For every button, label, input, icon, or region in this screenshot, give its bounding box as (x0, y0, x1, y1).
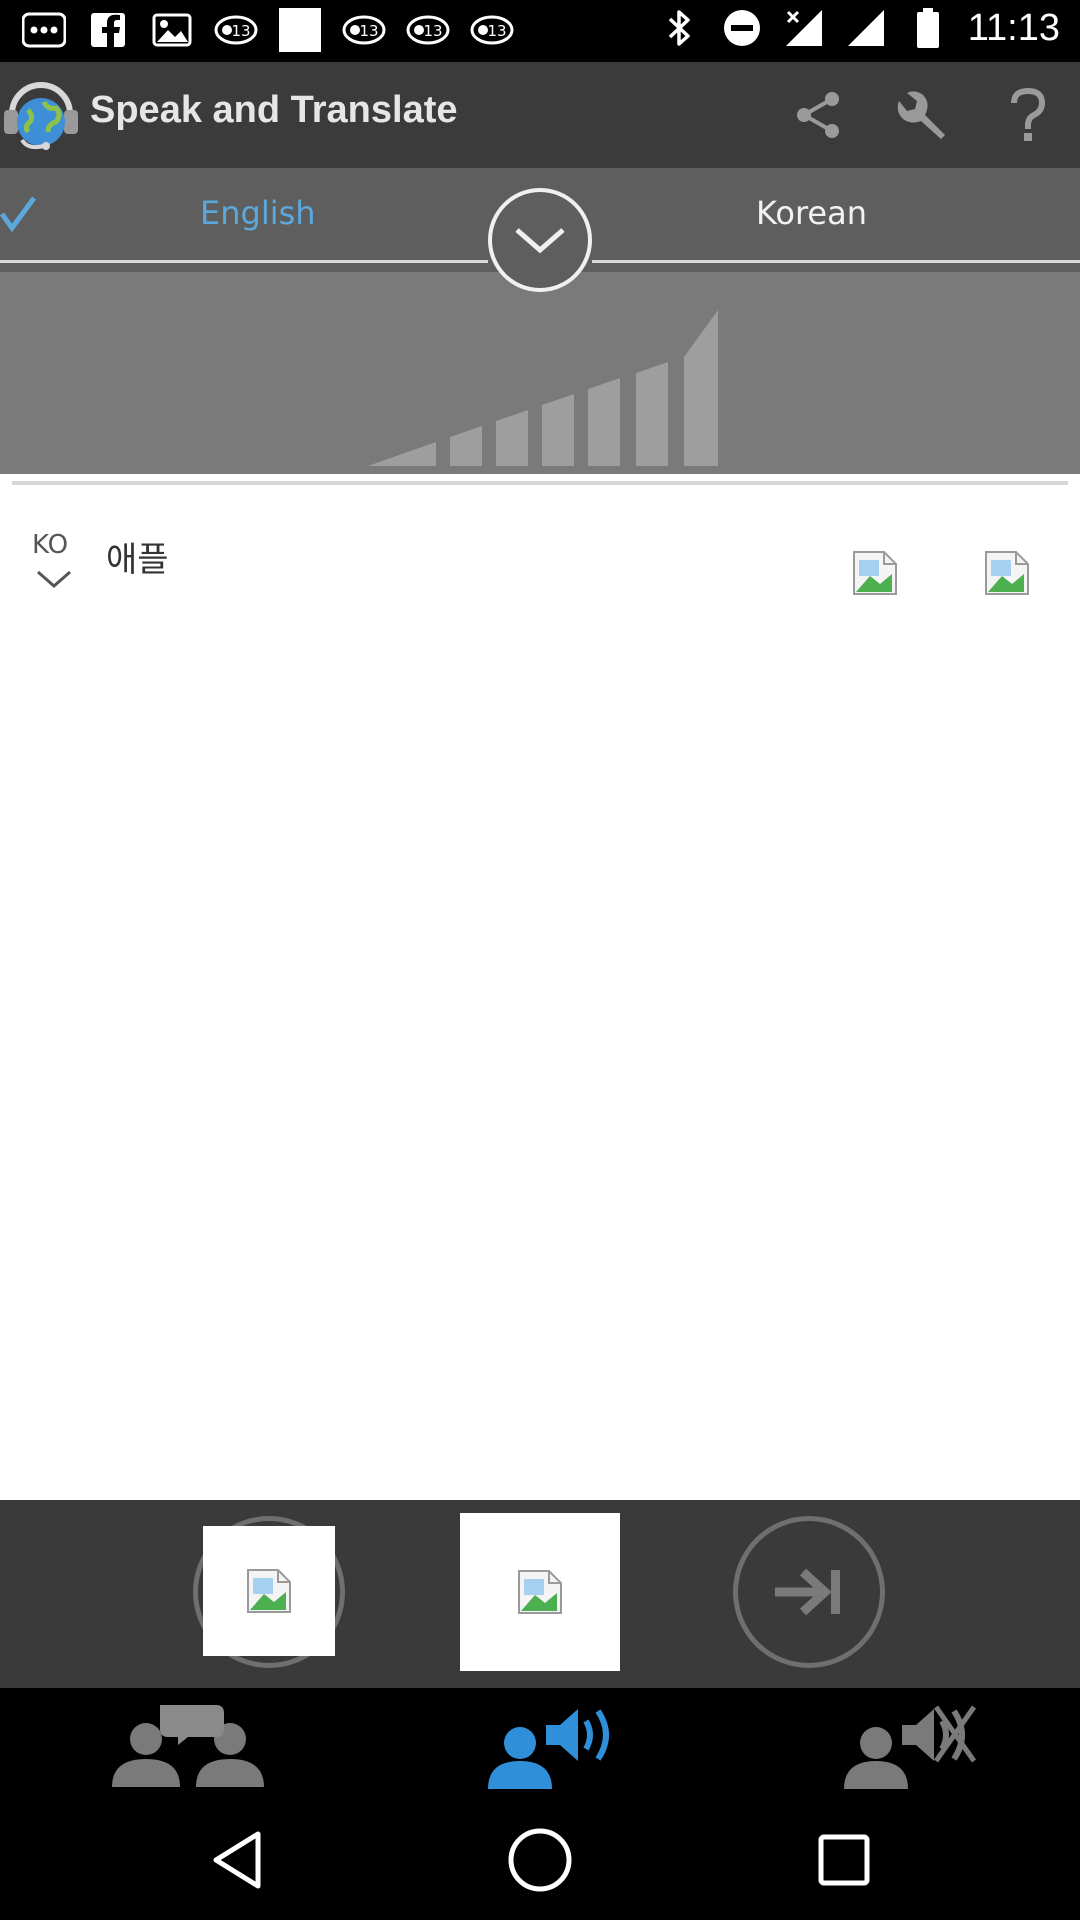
recents-icon[interactable] (806, 1822, 882, 1898)
skip-next-icon (775, 1568, 840, 1616)
broken-image-icon[interactable] (850, 548, 900, 598)
abc13-news-icon: 13 (214, 8, 258, 52)
checkmark-icon (0, 194, 40, 234)
speak-button[interactable] (460, 1513, 620, 1671)
battery-icon (906, 6, 950, 50)
target-language-tab[interactable]: Korean (756, 194, 867, 232)
broken-image-icon (518, 1570, 562, 1614)
language-swap-button[interactable] (488, 188, 592, 292)
signal-x-icon (782, 6, 826, 50)
result-language-code[interactable]: KO (32, 530, 68, 560)
help-icon[interactable] (995, 82, 1061, 148)
facebook-icon (86, 8, 130, 52)
do-not-disturb-icon (720, 6, 764, 50)
abc13-news-icon: 13 (406, 8, 450, 52)
share-icon[interactable] (785, 82, 851, 148)
app-header: Speak and Translate (0, 62, 1080, 168)
voice-mute-mode-icon[interactable] (832, 1696, 992, 1792)
app-logo-icon (0, 74, 82, 156)
voice-level-area (0, 272, 1080, 474)
source-language-tab[interactable]: English (200, 194, 316, 232)
chevron-down-icon (515, 228, 565, 254)
home-icon[interactable] (502, 1822, 578, 1898)
gallery-icon (150, 8, 194, 52)
app-screen: 13 13 13 13 11:13 Speak and Translate En… (0, 0, 1080, 1920)
voice-level-meter-icon (368, 310, 718, 466)
signal-icon (844, 6, 888, 50)
target-language-underline (592, 260, 1080, 263)
navigation-bar (0, 1798, 1080, 1920)
control-bar (0, 1500, 1080, 1688)
status-bar: 13 13 13 13 11:13 (0, 0, 1080, 62)
app-title: Speak and Translate (90, 89, 458, 131)
broken-image-icon (247, 1569, 291, 1613)
more-dots-icon (22, 8, 66, 52)
next-button[interactable] (733, 1516, 885, 1668)
mode-bar (0, 1688, 1080, 1798)
svg-text:13: 13 (423, 22, 442, 40)
voice-output-mode-icon[interactable] (476, 1696, 636, 1792)
translation-result-row: KO 애플 (0, 520, 1080, 600)
translation-result-text: 애플 (106, 540, 169, 580)
blank-notification-icon (278, 8, 322, 52)
broken-image-icon[interactable] (982, 548, 1032, 598)
svg-text:13: 13 (359, 22, 378, 40)
wrench-icon[interactable] (890, 82, 956, 148)
back-icon[interactable] (200, 1822, 276, 1898)
level-separator-line (12, 481, 1068, 485)
chevron-down-icon[interactable] (34, 568, 74, 592)
bluetooth-icon (658, 6, 702, 50)
status-time: 11:13 (967, 6, 1060, 49)
svg-text:13: 13 (487, 22, 506, 40)
svg-text:13: 13 (231, 22, 250, 40)
source-language-underline (0, 260, 488, 263)
abc13-news-icon: 13 (470, 8, 514, 52)
abc13-news-icon: 13 (342, 8, 386, 52)
microphone-button[interactable] (203, 1526, 335, 1656)
conversation-mode-icon[interactable] (108, 1696, 268, 1792)
